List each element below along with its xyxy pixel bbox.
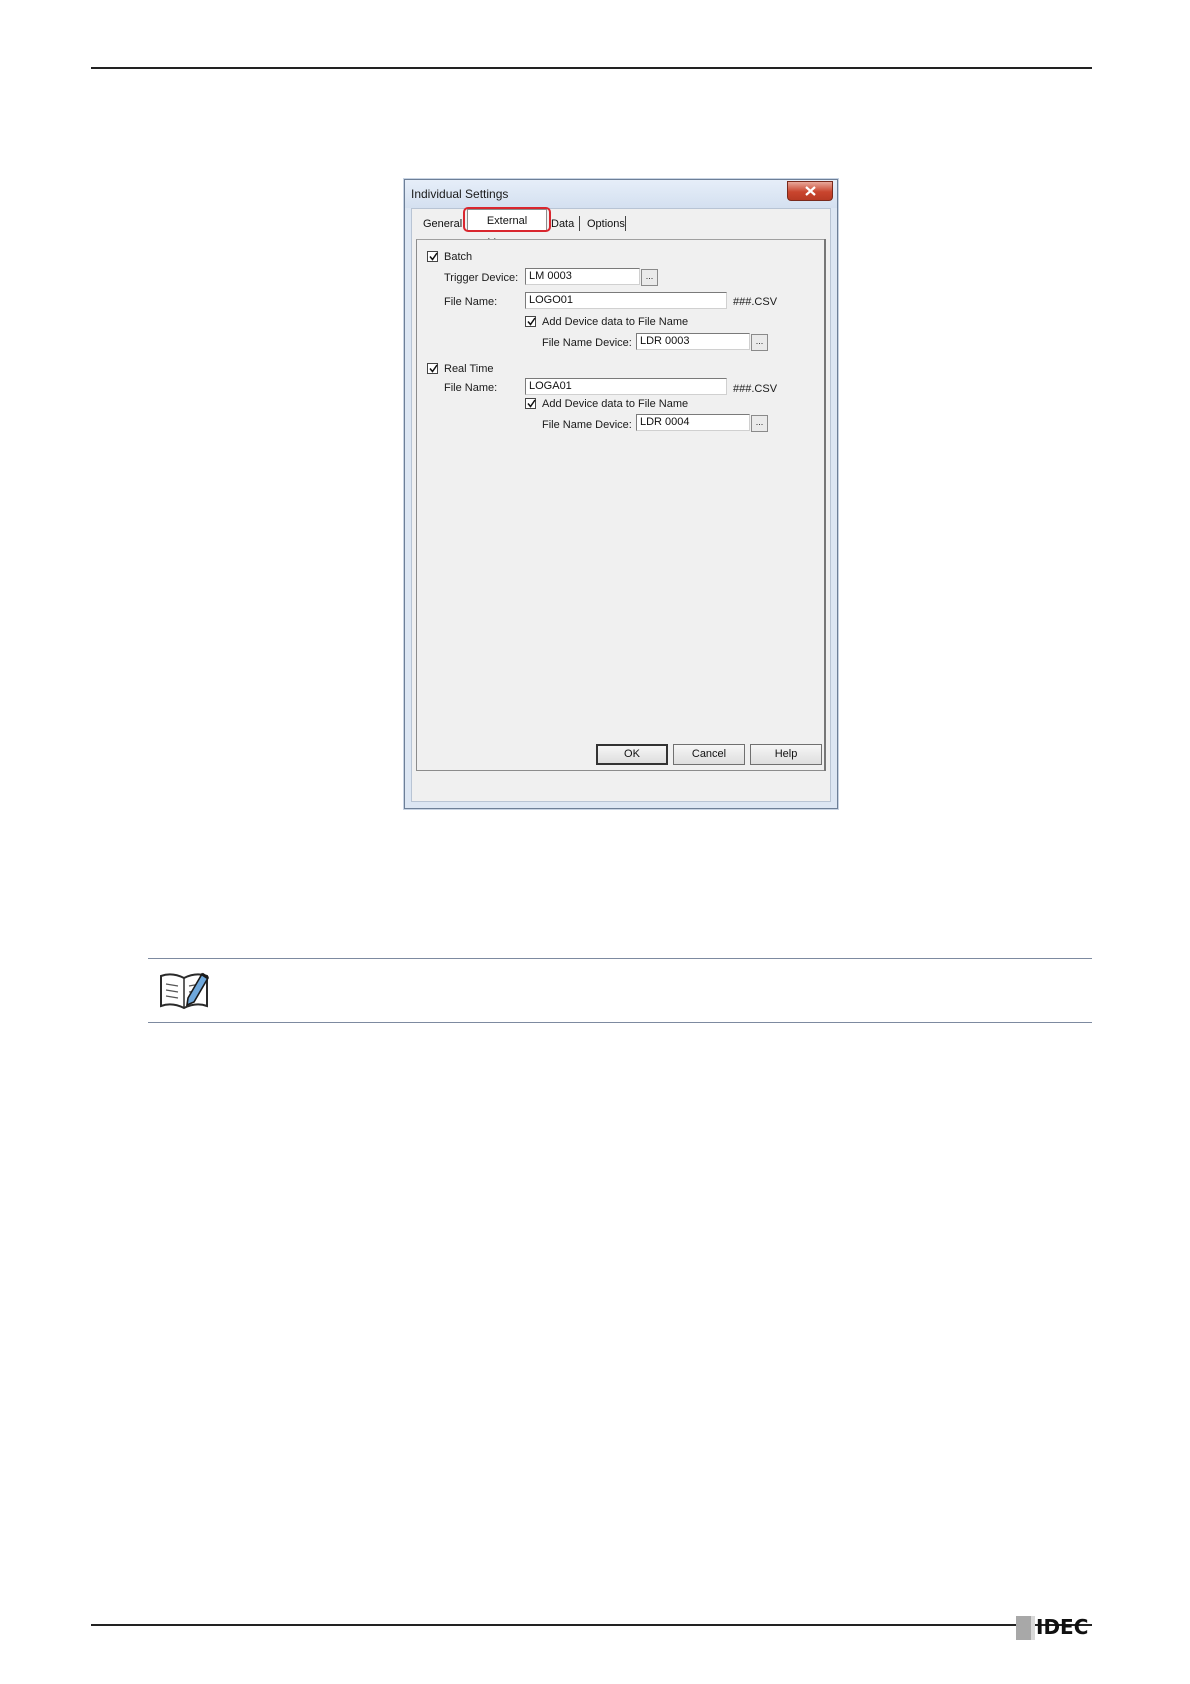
batch-file-ext: ###.CSV <box>733 296 778 308</box>
batch-checkbox[interactable] <box>427 251 438 262</box>
realtime-add-device-label: Add Device data to File Name <box>542 398 689 410</box>
realtime-file-name-device-field[interactable]: LDR 0004 <box>636 414 750 431</box>
batch-file-name-field[interactable]: LOGO01 <box>525 292 727 309</box>
title-bar[interactable]: Individual Settings <box>405 180 837 208</box>
realtime-add-device-checkbox[interactable] <box>525 398 536 409</box>
realtime-file-name-label: File Name: <box>444 382 498 394</box>
realtime-file-name-device-browse-button[interactable]: ... <box>751 415 768 432</box>
logo-mark <box>1016 1616 1031 1640</box>
trigger-device-field[interactable]: LM 0003 <box>525 268 640 285</box>
trigger-device-browse-button[interactable]: ... <box>641 269 658 286</box>
tab-data[interactable]: Data <box>548 215 577 233</box>
realtime-file-name-device-label: File Name Device: <box>542 419 632 431</box>
individual-settings-dialog: Individual Settings General External Mem… <box>404 179 838 809</box>
batch-file-name-device-label: File Name Device: <box>542 337 632 349</box>
close-button[interactable] <box>787 181 833 201</box>
realtime-file-ext: ###.CSV <box>733 383 778 395</box>
checkmark-icon <box>429 252 438 261</box>
tab-separator <box>625 216 626 231</box>
cancel-button[interactable]: Cancel <box>673 744 745 765</box>
dialog-title: Individual Settings <box>411 187 509 201</box>
checkmark-icon <box>527 317 536 326</box>
checkmark-icon <box>527 399 536 408</box>
trigger-device-label: Trigger Device: <box>444 272 519 284</box>
logo-text: IDEC <box>1036 1615 1089 1639</box>
batch-file-name-label: File Name: <box>444 296 498 308</box>
ok-button[interactable]: OK <box>596 744 668 765</box>
batch-file-name-device-field[interactable]: LDR 0003 <box>636 333 750 350</box>
batch-add-device-checkbox[interactable] <box>525 316 536 327</box>
batch-add-device-label: Add Device data to File Name <box>542 316 689 328</box>
realtime-label: Real Time <box>444 363 494 375</box>
help-button[interactable]: Help <box>750 744 822 765</box>
batch-label: Batch <box>444 251 473 263</box>
realtime-file-name-field[interactable]: LOGA01 <box>525 378 727 395</box>
footer-rule <box>91 1624 1092 1626</box>
note-top-rule <box>148 958 1092 959</box>
tab-options[interactable]: Options <box>584 215 628 233</box>
tab-general[interactable]: General <box>420 215 465 233</box>
idec-logo: IDEC <box>1016 1614 1096 1642</box>
checkmark-icon <box>429 364 438 373</box>
logo-mark-accent <box>1031 1616 1035 1640</box>
tab-separator <box>579 216 580 231</box>
dialog-client: General External Memory Data Options Bat… <box>411 207 831 802</box>
header-rule <box>91 67 1092 69</box>
highlight-outline <box>463 207 551 232</box>
realtime-checkbox[interactable] <box>427 363 438 374</box>
close-icon <box>805 186 816 196</box>
note-bottom-rule <box>148 1022 1092 1023</box>
panel-edge <box>824 239 826 771</box>
note-pencil-icon <box>160 972 210 1010</box>
batch-file-name-device-browse-button[interactable]: ... <box>751 334 768 351</box>
external-memory-panel: Batch Trigger Device: LM 0003 ... File N… <box>416 239 826 771</box>
